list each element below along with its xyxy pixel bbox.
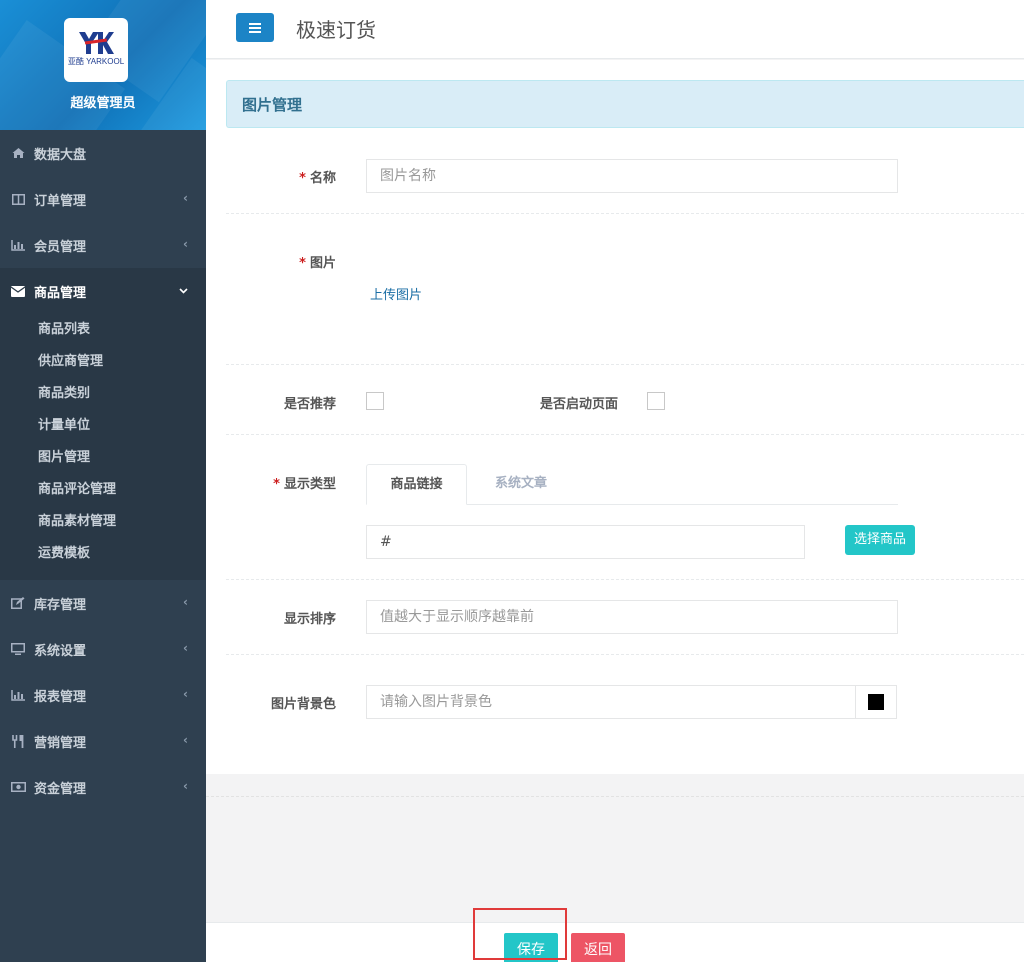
save-button[interactable]: 保存: [504, 933, 558, 962]
name-label: * 名称: [299, 171, 336, 186]
sidebar-item-inventory[interactable]: 库存管理 ‹: [0, 580, 206, 626]
chevron-left-icon: ‹: [183, 595, 188, 609]
sidebar-item-label: 订单管理: [34, 193, 87, 209]
company-logo[interactable]: 亚酷 YARKOOL: [64, 18, 128, 82]
divider: [226, 364, 1024, 365]
divider: [226, 654, 1024, 655]
submenu-item-suppliers[interactable]: 供应商管理: [0, 346, 206, 378]
bgcolor-input[interactable]: [366, 685, 856, 719]
section-divider: [206, 796, 1024, 797]
divider: [226, 434, 1024, 435]
required-asterisk: *: [299, 171, 306, 186]
name-input[interactable]: [366, 159, 898, 193]
sidebar-item-label: 数据大盘: [34, 147, 87, 163]
chevron-left-icon: ‹: [183, 191, 188, 205]
chevron-left-icon: ‹: [183, 733, 188, 747]
sort-label: 显示排序: [283, 612, 336, 627]
chevron-left-icon: ‹: [183, 779, 188, 793]
sidebar-item-products[interactable]: 商品管理: [0, 268, 206, 314]
sidebar-item-members[interactable]: 会员管理 ‹: [0, 222, 206, 268]
color-swatch: [868, 694, 884, 710]
sidebar-item-dashboard[interactable]: 数据大盘: [0, 130, 206, 176]
home-icon: [10, 145, 26, 161]
form-title: 图片管理: [242, 96, 303, 114]
display-type-label: * 显示类型: [273, 477, 336, 492]
display-type-tabs: 商品链接 系统文章: [366, 464, 898, 505]
logo-text: 亚酷 YARKOOL: [67, 57, 125, 66]
chevron-left-icon: ‹: [183, 687, 188, 701]
chevron-down-icon: [179, 283, 188, 297]
app-title: 极速订货: [296, 18, 376, 42]
back-button[interactable]: 返回: [571, 933, 625, 962]
sidebar-item-label: 资金管理: [34, 781, 87, 797]
sidebar-item-label: 报表管理: [34, 689, 87, 705]
money-icon: [10, 779, 26, 795]
startup-page-checkbox[interactable]: [647, 392, 665, 410]
sidebar-nav-lower: 库存管理 ‹ 系统设置 ‹ 报表管理 ‹ 营销管理 ‹ 资金管理 ‹: [0, 580, 206, 810]
tab-system-article[interactable]: 系统文章: [476, 464, 566, 505]
submenu-item-reviews[interactable]: 商品评论管理: [0, 474, 206, 506]
required-asterisk: *: [299, 256, 306, 271]
image-form-card: 图片管理 *名称 *图片 上传图片 是否推荐 是否启动页面 *显示类型 商品链接…: [206, 60, 1024, 774]
cutlery-icon: [10, 733, 26, 749]
sidebar-item-label: 系统设置: [34, 643, 87, 659]
divider: [226, 579, 1024, 580]
submenu-item-materials[interactable]: 商品素材管理: [0, 506, 206, 538]
sidebar-item-orders[interactable]: 订单管理 ‹: [0, 176, 206, 222]
tab-product-link[interactable]: 商品链接: [366, 464, 467, 505]
chevron-left-icon: ‹: [183, 237, 188, 251]
profile-name[interactable]: 超级管理员: [0, 92, 206, 111]
startup-page-label: 是否启动页面: [539, 397, 618, 412]
hamburger-icon: [249, 22, 261, 33]
sort-input[interactable]: [366, 600, 898, 634]
sidebar-nav: 数据大盘 订单管理 ‹ 会员管理 ‹ 商品管理: [0, 130, 206, 314]
sidebar: 亚酷 YARKOOL 超级管理员 数据大盘 订单管理 ‹ 会员管理 ‹ 商品管理…: [0, 0, 206, 962]
sidebar-item-settings[interactable]: 系统设置 ‹: [0, 626, 206, 672]
bgcolor-label: 图片背景色: [270, 697, 336, 712]
sidebar-item-label: 商品管理: [34, 285, 87, 301]
link-input[interactable]: [366, 525, 805, 559]
envelope-icon: [10, 283, 26, 299]
sidebar-toggle-button[interactable]: [236, 13, 274, 42]
products-submenu: 商品列表 供应商管理 商品类别 计量单位 图片管理 商品评论管理 商品素材管理 …: [0, 314, 206, 580]
bar-chart-icon: [10, 237, 26, 253]
sidebar-item-label: 库存管理: [34, 597, 87, 613]
submenu-item-product-list[interactable]: 商品列表: [0, 314, 206, 346]
image-label: * 图片: [299, 256, 336, 271]
required-asterisk: *: [273, 477, 280, 492]
sidebar-item-marketing[interactable]: 营销管理 ‹: [0, 718, 206, 764]
submenu-item-images[interactable]: 图片管理: [0, 442, 206, 474]
upload-image-link[interactable]: 上传图片: [370, 284, 422, 303]
chevron-left-icon: ‹: [183, 641, 188, 655]
sidebar-item-funds[interactable]: 资金管理 ‹: [0, 764, 206, 810]
submenu-item-units[interactable]: 计量单位: [0, 410, 206, 442]
sidebar-item-label: 会员管理: [34, 239, 87, 255]
submenu-item-shipping-templates[interactable]: 运费模板: [0, 538, 206, 570]
select-product-button[interactable]: 选择商品: [845, 525, 915, 555]
desktop-icon: [10, 641, 26, 657]
logo-mark-icon: [79, 32, 114, 54]
divider: [226, 213, 1024, 214]
recommend-checkbox[interactable]: [366, 392, 384, 410]
sidebar-item-reports[interactable]: 报表管理 ‹: [0, 672, 206, 718]
form-header: 图片管理: [226, 80, 1024, 128]
bar-chart-icon: [10, 687, 26, 703]
sidebar-profile: 亚酷 YARKOOL 超级管理员: [0, 0, 206, 130]
edit-icon: [10, 595, 26, 611]
color-picker-addon[interactable]: [856, 685, 897, 719]
submenu-item-categories[interactable]: 商品类别: [0, 378, 206, 410]
columns-icon: [10, 191, 26, 207]
recommend-label: 是否推荐: [283, 397, 336, 412]
top-navbar: 极速订货: [206, 0, 1024, 59]
sidebar-item-label: 营销管理: [34, 735, 87, 751]
